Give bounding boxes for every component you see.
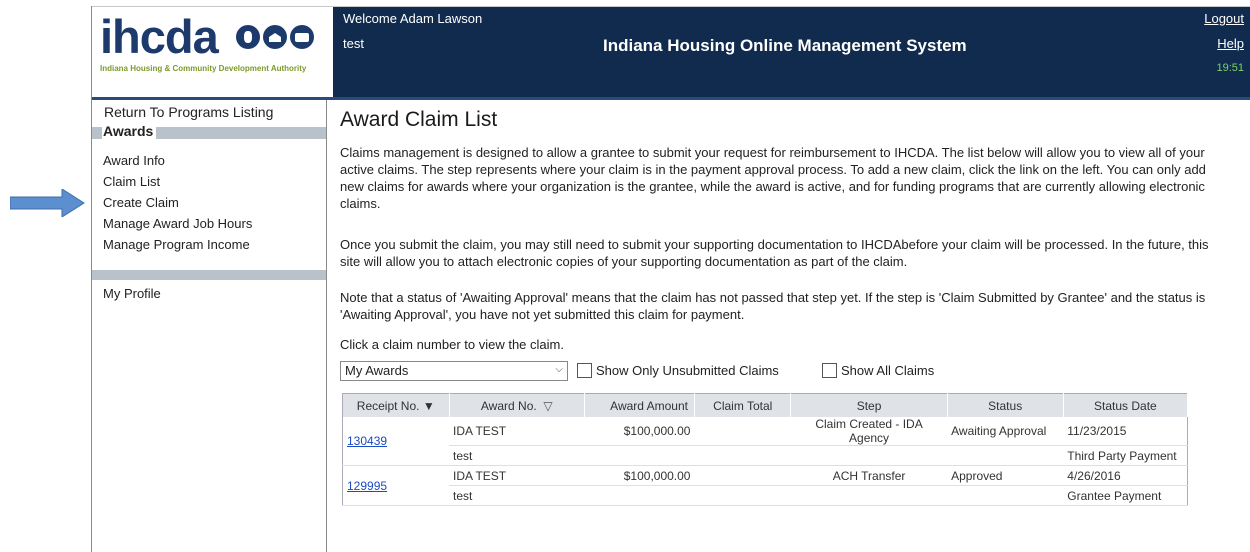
empty-cell (584, 445, 695, 466)
table-row: 130439 IDA TEST $100,000.00 Claim Create… (342, 417, 1188, 466)
welcome-text: Welcome Adam Lawson (343, 11, 483, 26)
status-cell: Awaiting Approval (947, 417, 1064, 446)
filter-icon: ▽ (543, 398, 553, 413)
sub-award-cell: test (449, 445, 585, 466)
sidebar-item-award-info[interactable]: Award Info (103, 153, 165, 168)
app-header: Welcome Adam Lawson test Indiana Housing… (333, 7, 1250, 97)
empty-cell (694, 485, 791, 506)
col-step[interactable]: Step (790, 393, 948, 417)
logo: ihcda Indiana Housing & Community Develo… (92, 7, 333, 97)
sidebar-item-manage-program-income[interactable]: Manage Program Income (103, 237, 250, 252)
chevron-down-icon: ⌵ (555, 364, 563, 375)
table-subrow: test Grantee Payment (343, 485, 1188, 506)
awards-filter-value: My Awards (345, 363, 409, 378)
page-title: Award Claim List (340, 108, 498, 131)
award-amount-cell: $100,000.00 (584, 417, 695, 446)
col-award-no-label: Award No. (480, 398, 537, 413)
table-row: 129995 IDA TEST $100,000.00 ACH Transfer… (342, 465, 1188, 506)
step-cell: ACH Transfer (790, 465, 948, 486)
show-all-label: Show All Claims (841, 363, 935, 378)
awards-filter-select[interactable]: My Awards ⌵ (340, 361, 568, 381)
col-award-amount[interactable]: Award Amount (584, 393, 695, 417)
sidebar-item-manage-job-hours[interactable]: Manage Award Job Hours (103, 216, 252, 231)
show-all-checkbox[interactable] (822, 363, 837, 378)
help-link[interactable]: Help (1217, 36, 1244, 51)
show-unsubmitted-toggle[interactable]: Show Only Unsubmitted Claims (577, 363, 779, 378)
sidebar-divider (326, 100, 327, 552)
arrow-right-icon (10, 189, 85, 217)
sidebar-section-awards: Awards (102, 123, 157, 139)
sub-award-cell: test (449, 485, 585, 506)
empty-cell (694, 445, 791, 466)
table-header-row: Receipt No. ▼ Award No. ▽ Award Amount C… (342, 393, 1189, 417)
sidebar-item-create-claim[interactable]: Create Claim (103, 195, 179, 210)
award-amount-cell: $100,000.00 (584, 465, 695, 486)
award-no-cell: IDA TEST (449, 417, 585, 446)
logo-icons (236, 25, 314, 49)
logo-subtitle: Indiana Housing & Community Development … (100, 64, 307, 73)
payment-type-cell: Third Party Payment (1063, 445, 1188, 466)
claims-table: Receipt No. ▼ Award No. ▽ Award Amount C… (342, 393, 1189, 506)
step-cell: Claim Created - IDA Agency (790, 417, 948, 446)
claim-total-cell (694, 417, 791, 446)
col-receipt[interactable]: Receipt No. ▼ (342, 393, 450, 417)
sidebar-item-claim-list[interactable]: Claim List (103, 174, 160, 189)
logo-house-icon (263, 25, 287, 49)
empty-cell (584, 485, 695, 506)
col-award-no[interactable]: Award No. ▽ (449, 393, 585, 417)
show-all-toggle[interactable]: Show All Claims (822, 363, 934, 378)
receipt-link[interactable]: 129995 (347, 479, 387, 493)
click-note: Click a claim number to view the claim. (340, 337, 564, 352)
sidebar-item-my-profile[interactable]: My Profile (103, 286, 161, 301)
col-status-date[interactable]: Status Date (1063, 393, 1189, 417)
sort-desc-icon: ▼ (422, 398, 435, 413)
sidebar-separator (92, 270, 326, 280)
claim-total-cell (694, 465, 791, 486)
sidebar: Return To Programs Listing Awards Award … (92, 100, 326, 552)
logo-building-icon (290, 25, 314, 49)
empty-cell (947, 445, 1064, 466)
empty-cell (790, 445, 948, 466)
status-cell: Approved (947, 465, 1064, 486)
empty-cell (790, 485, 948, 506)
sidebar-return-link[interactable]: Return To Programs Listing (104, 104, 273, 120)
table-subrow: test Third Party Payment (343, 445, 1188, 466)
clock: 19:51 (1216, 62, 1244, 74)
payment-type-cell: Grantee Payment (1063, 485, 1188, 506)
receipt-cell: 129995 (342, 465, 449, 506)
status-date-cell: 4/26/2016 (1063, 465, 1188, 486)
user-subtext: test (343, 36, 364, 51)
documentation-paragraph: Once you submit the claim, you may still… (340, 237, 1209, 269)
receipt-cell: 130439 (342, 417, 449, 466)
unsubmitted-checkbox[interactable] (577, 363, 592, 378)
logout-link[interactable]: Logout (1204, 11, 1244, 26)
logo-wordmark: ihcda (100, 10, 219, 63)
status-date-cell: 11/23/2015 (1063, 417, 1188, 446)
intro-paragraph: Claims management is designed to allow a… (340, 145, 1206, 211)
receipt-link[interactable]: 130439 (347, 434, 387, 448)
col-receipt-label: Receipt No. (356, 398, 420, 413)
unsubmitted-label: Show Only Unsubmitted Claims (596, 363, 779, 378)
col-claim-total[interactable]: Claim Total (694, 393, 792, 417)
award-no-cell: IDA TEST (449, 465, 585, 486)
col-status[interactable]: Status (947, 393, 1064, 417)
app-title: Indiana Housing Online Management System (603, 36, 967, 55)
logo-person-icon (236, 25, 260, 49)
empty-cell (947, 485, 1064, 506)
status-note-paragraph: Note that a status of 'Awaiting Approval… (340, 290, 1206, 322)
